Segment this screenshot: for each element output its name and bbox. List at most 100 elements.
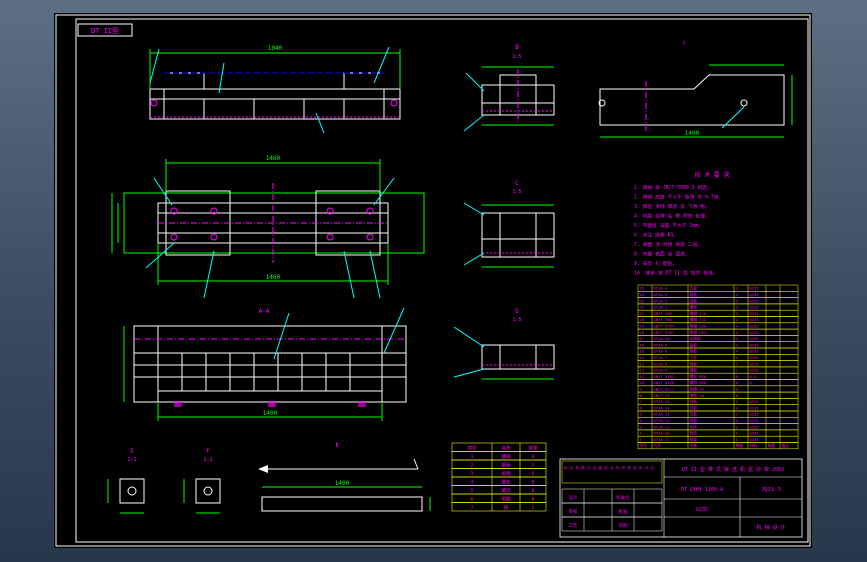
small-detail-1[interactable]: E 2:1 (107, 448, 145, 514)
table-cell: 序号 (468, 445, 477, 452)
table-cell: 2 (532, 463, 535, 469)
title-sheet-code: JQ21-3 (761, 487, 781, 493)
title-sign-cell: 日期 (619, 523, 628, 529)
bom-cell: DT1A-10 (654, 336, 671, 341)
bom-cell: DT1A-3 (654, 292, 668, 297)
detail-plate-view[interactable]: Ⅰ 1400 (598, 40, 793, 138)
table-cell: 1 (471, 454, 474, 460)
bom-cell: Q235 (750, 361, 759, 366)
bom-cell: 20 (640, 317, 645, 322)
bom-cell: 2 (736, 286, 738, 291)
bom-cell: Q235 (750, 342, 759, 347)
note-line: 6. 未注 圆角 R3。 (634, 232, 678, 239)
bom-cell: 4 (736, 418, 739, 423)
bom-cell: 槽钢 [10 (690, 311, 707, 316)
drawing-sheet[interactable]: DT II型 1040 1460 1460 A-A 1400 B 1:5 C 1… (54, 13, 812, 548)
table-cell: 4 (471, 480, 474, 486)
bom-cell: 托板 (690, 405, 698, 410)
svg-text:Ⅱ: Ⅱ (336, 442, 339, 449)
bom-cell: 25 (640, 286, 645, 291)
cad-viewport: DT II型 1040 1460 1460 A-A 1400 B 1:5 C 1… (0, 0, 867, 562)
bom-cell: 14 (640, 355, 645, 360)
bom-cell: 8 (736, 387, 739, 392)
bom-cell: 挡板 (690, 399, 698, 404)
bom-cell: Q235 (750, 424, 759, 429)
bom-cell: DT1A-6 (654, 361, 668, 366)
note-line: 2. 焊缝 高度 不小于 板厚 的 0.7倍。 (634, 194, 723, 201)
title-company: 机 械 设 计 (756, 524, 785, 531)
bom-cell: GB/T 93 (654, 393, 670, 398)
bom-cell: 15 (640, 349, 645, 354)
bom-cell: 22 (640, 305, 645, 310)
bom-cell: DT1A-16 (654, 431, 671, 436)
side-view-1[interactable]: B 1:5 (463, 44, 555, 132)
side-view-2[interactable]: C 1:5 (463, 180, 555, 268)
table-cell: 2 (471, 463, 474, 469)
bom-cell: 角钢 L50 (690, 324, 707, 329)
bom-cell: 2 (736, 317, 738, 322)
bom-cell: 8 (736, 393, 739, 398)
bom-cell: Q235 (750, 405, 759, 410)
bom-cell: 支板 (690, 412, 698, 417)
svg-text:C: C (515, 180, 519, 187)
svg-text:1:5: 1:5 (512, 54, 521, 60)
bom-cell: Q235 (750, 355, 759, 360)
bom-cell: 螺栓 M16 (690, 374, 707, 379)
table-cell: 数量 (529, 445, 538, 452)
note-line: 9. 安装 孔 配钻。 (634, 260, 677, 267)
table-cell: 销 (504, 504, 509, 511)
bom-cell: 机架 (690, 437, 698, 442)
bom-cell: 单重 (768, 443, 776, 448)
bom-cell: Q235 (750, 412, 759, 417)
bom-cell: 弹垫 16 (690, 393, 705, 398)
bom-cell: Q235 (750, 298, 759, 303)
bom-cell: 16 (640, 342, 645, 347)
note-line: 1. 焊接 按 JB/T 5000.3 规定。 (634, 184, 712, 191)
title-main: DT II 型 带 式 输 送 机 驱 动 架 2002 (682, 466, 784, 473)
bom-cell: Q235 (750, 399, 759, 404)
bom-cell: DT1A-15 (654, 399, 670, 404)
bom-cell: Q235 (750, 330, 759, 335)
bottom-view[interactable]: A-A 1400 (123, 307, 407, 421)
front-view[interactable]: 1040 (149, 45, 401, 134)
bom-cell: DT1A-7 (654, 355, 668, 360)
bom-cell: Q235 (750, 311, 759, 316)
bom-cell: GB/T 6170 (654, 380, 675, 385)
bom-cell: 盖板 (690, 342, 698, 347)
bom-cell: 侧板 (690, 361, 698, 366)
bom-cell: 9 (640, 387, 643, 392)
bom-cell: 19 (640, 324, 645, 329)
bom-cell: 材料 (750, 443, 758, 448)
bom-cell: Q235 (750, 437, 759, 442)
bom-cell: 4 (736, 355, 739, 360)
bom-cell: DT1A-2 (654, 298, 668, 303)
bom-cell: 6 (736, 336, 739, 341)
bom-cell: 8 (750, 380, 753, 385)
svg-text:2:1: 2:1 (127, 457, 136, 463)
bom-cell: 2 (736, 424, 738, 429)
bom-cell: 13 (640, 361, 645, 366)
bom-cell: Q235 (750, 292, 759, 297)
note-line: 3. 焊后 清除 焊渣 及 飞溅 物。 (634, 203, 710, 210)
bom-cell: GB/T 9787 (654, 324, 675, 329)
bom-cell: 2 (640, 431, 642, 436)
bom-cell: DT1A-17 (654, 437, 670, 442)
bom-cell: DT1A-14 (654, 405, 671, 410)
bom-cell: DT1A-9 (654, 342, 668, 347)
bom-cell: Q235 (750, 317, 759, 322)
bom-cell: Q235 (750, 336, 759, 341)
drawing-canvas[interactable]: DT II型 1040 1460 1460 A-A 1400 B 1:5 C 1… (54, 13, 812, 548)
table-cell: 螺栓 (502, 479, 511, 486)
rail-view[interactable]: Ⅱ 1400 (258, 442, 431, 512)
bom-cell: 代号 (654, 443, 662, 448)
bom-cell: 11 (640, 374, 645, 379)
side-view-3[interactable]: D 1:5 (453, 308, 555, 380)
table-cell: 6 (471, 497, 474, 503)
table-cell: 8 (532, 488, 535, 494)
bom-cell: 17 (640, 336, 645, 341)
notes-title: 技 术 要 求 (695, 171, 730, 179)
small-detail-2[interactable]: F 2:1 (183, 448, 221, 514)
bom-cell: GB/T 97.1 (654, 387, 675, 392)
plan-view[interactable]: 1460 1460 (111, 155, 425, 299)
bom-cell: Q235 (750, 324, 759, 329)
